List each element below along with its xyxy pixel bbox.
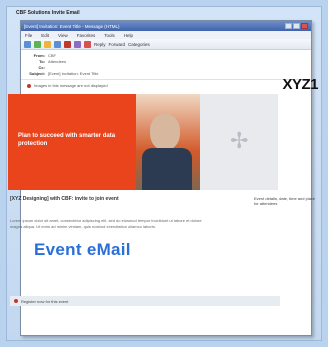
info-icon — [14, 299, 18, 303]
cross-icon: ✢ — [230, 128, 249, 153]
menu-item-file[interactable]: File — [25, 33, 32, 38]
menu-item-help[interactable]: Help — [124, 33, 133, 38]
reply-button[interactable]: Reply — [94, 42, 106, 47]
window-title: [Event] Invitation: Event Title - Messag… — [24, 23, 120, 29]
reply-icon[interactable] — [44, 40, 51, 48]
banner-right-panel: ✢ — [200, 94, 278, 190]
image-notice[interactable]: Images in this message are not displayed — [21, 80, 311, 91]
flag-icon[interactable] — [64, 40, 71, 48]
print-icon[interactable] — [74, 40, 81, 48]
toolbar: Reply Forward Categories — [21, 39, 311, 50]
hero-banner: Plan to succeed with smarter data protec… — [8, 94, 278, 190]
email-headers: From: CBF To: Attendees Cc: Subject: [Event… — [21, 50, 311, 80]
menu-bar: File Edit View Favorites Tools Help — [21, 31, 311, 39]
brand-logo: XYZ1 — [282, 76, 318, 93]
reply-all-icon[interactable] — [54, 40, 61, 48]
portrait-shirt — [142, 148, 192, 190]
forward-button[interactable]: Forward — [109, 42, 126, 47]
menu-item-tools[interactable]: Tools — [104, 33, 115, 38]
back-icon[interactable] — [24, 40, 31, 48]
email-body-text: Lorem ipsum dolor sit amet, consectetur … — [10, 218, 202, 229]
forward-icon[interactable] — [34, 40, 41, 48]
close-button[interactable] — [301, 23, 308, 29]
menu-item-view[interactable]: View — [58, 33, 68, 38]
banner-photo — [136, 94, 200, 190]
warning-icon — [27, 83, 31, 88]
banner-left-panel: Plan to succeed with smarter data protec… — [8, 94, 136, 190]
maximize-button[interactable] — [293, 23, 300, 29]
event-details-box: Event details, date, time and place for … — [254, 196, 316, 206]
banner-text: Plan to succeed with smarter data protec… — [18, 133, 116, 147]
portrait-face — [150, 114, 180, 150]
categories-button[interactable]: Categories — [128, 42, 150, 47]
menu-item-edit[interactable]: Edit — [41, 33, 49, 38]
minimize-button[interactable] — [285, 23, 292, 29]
event-email-label: Event eMail — [34, 240, 131, 259]
delete-icon[interactable] — [84, 40, 91, 48]
window-titlebar: [Event] Invitation: Event Title - Messag… — [21, 21, 311, 31]
menu-item-favorites[interactable]: Favorites — [77, 33, 96, 38]
preview-caption: CBF Solutions Invite Email — [16, 10, 80, 16]
email-subject: [XYZ Designing] with CBF: invite to join… — [10, 196, 119, 202]
email-footer-bar[interactable]: Register now for this event — [10, 296, 280, 306]
